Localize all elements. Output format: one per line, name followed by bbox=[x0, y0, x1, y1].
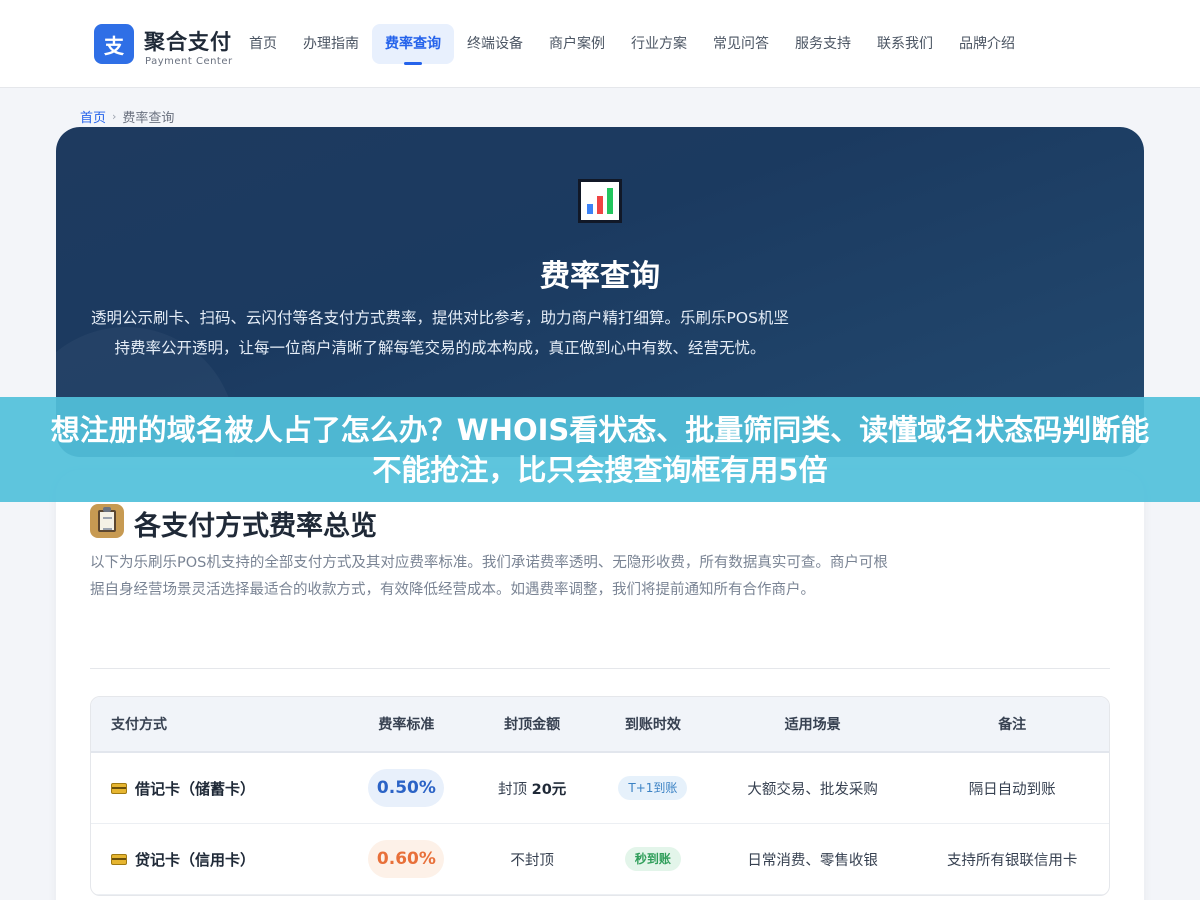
nav-item-home[interactable]: 首页 bbox=[236, 24, 290, 64]
cap-value: 不封顶 bbox=[510, 852, 554, 869]
payment-method-label: 贷记卡（信用卡） bbox=[135, 850, 256, 869]
credit-card-icon bbox=[111, 853, 127, 865]
breadcrumb-home-link[interactable]: 首页 bbox=[80, 107, 106, 126]
section-divider bbox=[90, 668, 1110, 669]
scenario-cell: 大额交易、批发采购 bbox=[747, 781, 878, 798]
column-header-settlement: 到账时效 bbox=[624, 717, 681, 733]
main-nav: 首页 办理指南 费率查询 终端设备 商户案例 行业方案 常见问答 服务支持 联系… bbox=[236, 24, 1028, 65]
nav-item-guide[interactable]: 办理指南 bbox=[290, 24, 372, 64]
note-cell: 支持所有银联信用卡 bbox=[946, 852, 1078, 869]
note-cell: 隔日自动到账 bbox=[968, 781, 1056, 798]
bar-chart-icon bbox=[578, 179, 622, 223]
brand-logo[interactable]: 支 bbox=[94, 24, 134, 64]
section-title: 各支付方式费率总览 bbox=[134, 511, 377, 542]
settlement-tag: T+1到账 bbox=[618, 776, 688, 800]
rate-cell: 0.50% bbox=[345, 769, 469, 807]
rates-overview-card: 各支付方式费率总览 以下为乐刷乐POS机支持的全部支付方式及其对应费率标准。我们… bbox=[56, 470, 1144, 900]
page-title: 费率查询 bbox=[540, 259, 660, 294]
settlement-cell: 秒到账 bbox=[596, 847, 710, 871]
settlement-cell: T+1到账 bbox=[596, 776, 710, 800]
column-header-method: 支付方式 bbox=[111, 717, 167, 733]
breadcrumb: 首页 › 费率查询 bbox=[80, 107, 174, 126]
cap-value: 20元 bbox=[531, 781, 567, 798]
cap-cell: 封顶 20元 bbox=[468, 778, 596, 799]
credit-card-icon bbox=[111, 782, 127, 794]
overlay-banner: 想注册的域名被人占了怎么办？WHOIS看状态、批量筛同类、读懂域名状态码判断能不… bbox=[0, 397, 1200, 502]
cap-cell: 不封顶 bbox=[468, 849, 596, 870]
cap-prefix: 封顶 bbox=[498, 781, 532, 798]
rate-badge: 0.50% bbox=[368, 769, 445, 807]
payment-method: 借记卡（储蓄卡） bbox=[91, 778, 345, 799]
settlement-tag: 秒到账 bbox=[624, 847, 681, 871]
scenario-cell: 日常消费、零售收银 bbox=[747, 852, 878, 869]
brand-title[interactable]: 聚合支付 bbox=[144, 26, 232, 56]
top-header: 支 聚合支付 Payment Center 首页 办理指南 费率查询 终端设备 … bbox=[0, 0, 1200, 88]
overlay-headline: 想注册的域名被人占了怎么办？WHOIS看状态、批量筛同类、读懂域名状态码判断能不… bbox=[50, 412, 1150, 487]
nav-item-cases[interactable]: 商户案例 bbox=[536, 24, 618, 64]
rate-cell: 0.60% bbox=[345, 840, 469, 878]
column-header-scenario: 适用场景 bbox=[784, 717, 841, 733]
section-description: 以下为乐刷乐POS机支持的全部支付方式及其对应费率标准。我们承诺费率透明、无隐形… bbox=[90, 555, 888, 598]
breadcrumb-separator: › bbox=[112, 110, 117, 123]
column-header-note: 备注 bbox=[998, 717, 1027, 733]
payment-method: 贷记卡（信用卡） bbox=[91, 849, 345, 870]
hero-description: 透明公示刷卡、扫码、云闪付等各支付方式费率，提供对比参考，助力商户精打细算。乐刷… bbox=[91, 309, 789, 357]
clipboard-icon bbox=[90, 504, 124, 538]
table-row: 贷记卡（信用卡） 0.60% 不封顶 秒到账 日常消费、零售收银 支持所有银联信… bbox=[91, 824, 1109, 895]
table-row: 借记卡（储蓄卡） 0.50% 封顶 20元 T+1到账 大额交易、批发采购 隔日… bbox=[91, 753, 1109, 824]
table-header: 支付方式 费率标准 封顶金额 到账时效 适用场景 备注 bbox=[91, 697, 1109, 753]
nav-item-faq[interactable]: 常见问答 bbox=[700, 24, 782, 64]
nav-item-brand[interactable]: 品牌介绍 bbox=[946, 24, 1028, 64]
breadcrumb-current: 费率查询 bbox=[122, 111, 175, 126]
nav-item-rates[interactable]: 费率查询 bbox=[372, 24, 454, 65]
nav-item-contact[interactable]: 联系我们 bbox=[864, 24, 946, 64]
rate-badge: 0.60% bbox=[368, 840, 445, 878]
brand-subtitle: Payment Center bbox=[145, 56, 233, 67]
column-header-cap: 封顶金额 bbox=[504, 717, 561, 733]
nav-item-solutions[interactable]: 行业方案 bbox=[618, 24, 700, 64]
nav-item-devices[interactable]: 终端设备 bbox=[454, 24, 536, 64]
nav-item-support[interactable]: 服务支持 bbox=[782, 24, 864, 64]
payment-method-label: 借记卡（储蓄卡） bbox=[135, 779, 256, 798]
rates-table: 支付方式 费率标准 封顶金额 到账时效 适用场景 备注 借记卡（储蓄卡） 0.5… bbox=[90, 696, 1110, 896]
column-header-rate: 费率标准 bbox=[378, 717, 435, 733]
